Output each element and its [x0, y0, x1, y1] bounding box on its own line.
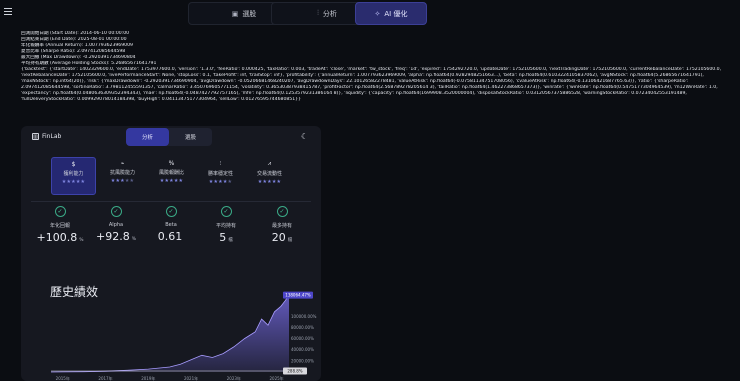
- benchmark-value-label: 288.8%: [287, 369, 302, 374]
- tab-label: 選股: [242, 9, 257, 18]
- category-risk-resistance[interactable]: ⌁ 抗風險能力 ★★★★★: [100, 157, 145, 195]
- metric-label: Alpha: [108, 222, 124, 228]
- score-categories: $ 獲利能力 ★★★★★ ⌁ 抗風險能力 ★★★★★ % 風險報酬比 ★★★★★…: [51, 157, 311, 197]
- category-label: 交易流動性: [256, 171, 282, 177]
- metric-value: 20 檔: [271, 231, 293, 244]
- x-tick-label: 2025年: [270, 375, 284, 381]
- check-circle-icon: ✓: [110, 206, 122, 217]
- x-tick-label: 2023年: [227, 375, 241, 381]
- y-tick-label: 60000.00%: [291, 336, 314, 341]
- star-rating: ★★★★★: [61, 179, 86, 185]
- finlab-report-card: ▥ FinLab 分析 選股 ☾ $ 獲利能力 ★★★★★ ⌁ 抗風險能力 ★★…: [21, 126, 321, 381]
- tab-label: AI 優化: [384, 9, 408, 18]
- category-label: 獲利能力: [63, 171, 84, 177]
- tab-ai-optimize[interactable]: ✧ AI 優化: [355, 2, 427, 25]
- category-label: 抗風險能力: [109, 170, 135, 176]
- metric-value: 5檔: [219, 231, 233, 244]
- stock-selection-icon: ▣: [231, 9, 239, 18]
- category-risk-reward[interactable]: % 風險報酬比 ★★★★★: [149, 157, 194, 195]
- percent-icon: %: [168, 160, 175, 167]
- x-tick-label: 2021年: [184, 375, 198, 381]
- metric-value: +92.8%: [96, 230, 136, 243]
- tab-label: 分析: [322, 9, 337, 18]
- y-tick-label: 100000.00%: [291, 314, 317, 319]
- check-circle-icon: ✓: [220, 206, 232, 217]
- finlab-logo: ▥ FinLab: [32, 133, 61, 140]
- finlab-logo-icon: ▥: [32, 133, 39, 140]
- segment-stock-selection[interactable]: 選股: [169, 128, 212, 146]
- y-tick-label: 80000.00%: [291, 325, 314, 330]
- pulse-icon: ⌁: [120, 160, 125, 167]
- check-circle-icon: ✓: [165, 206, 177, 217]
- category-label: 風險報酬比: [158, 170, 184, 176]
- category-label: 勝率穩定性: [207, 171, 233, 177]
- backtest-log-output: 回測開始日期 (Start Date): 2014-06-10 00:00:00…: [21, 31, 737, 103]
- metric-annual-return: ✓ 年化回報 +100.8%: [30, 206, 90, 244]
- star-rating: ★★★★★: [208, 179, 233, 185]
- metric-avg-holding: ✓ 平均持有 5檔: [196, 206, 256, 244]
- bar-chart-icon: ⫶: [317, 9, 319, 17]
- star-rating: ★★★★★: [110, 178, 135, 184]
- check-circle-icon: ✓: [54, 206, 66, 217]
- star-rating: ★★★★★: [257, 179, 282, 185]
- metric-label: Beta: [165, 222, 177, 228]
- top-nav: ▣ 選股 ⫶ 分析 ✧ AI 優化: [0, 0, 740, 28]
- category-win-rate-stability[interactable]: ⫶ 勝率穩定性 ★★★★★: [198, 157, 243, 195]
- metric-beta: ✓ Beta 0.61: [141, 206, 201, 243]
- dark-mode-toggle-icon[interactable]: ☾: [301, 132, 308, 141]
- last-value-label: 138064.47%: [285, 293, 311, 298]
- history-chart: 100000.00% 80000.00% 60000.00% 40000.00% 200…: [21, 286, 321, 381]
- check-circle-icon: ✓: [276, 206, 288, 217]
- metric-label: 平均持有: [215, 223, 236, 229]
- view-segment-control: 分析 選股: [126, 128, 212, 146]
- dollar-icon: $: [71, 161, 76, 168]
- equity-curve-chart: 100000.00% 80000.00% 60000.00% 40000.00% 200…: [50, 291, 317, 381]
- bar-chart-icon: ⫶: [219, 160, 222, 167]
- line-chart-icon: ⩘: [267, 160, 272, 167]
- metric-value: 0.61: [157, 230, 183, 243]
- x-tick-label: 2019年: [141, 375, 155, 381]
- star-rating: ★★★★★: [159, 178, 184, 184]
- logo-text: FinLab: [42, 133, 62, 140]
- log-line: 'fullDeliveryStockRatio': 0.009929078014…: [21, 97, 301, 102]
- metric-alpha: ✓ Alpha +92.8%: [86, 206, 146, 243]
- category-liquidity[interactable]: ⩘ 交易流動性 ★★★★★: [247, 157, 292, 195]
- y-tick-label: 40000.00%: [291, 347, 314, 352]
- sparkle-icon: ✧: [374, 9, 381, 18]
- hamburger-menu-icon[interactable]: [4, 8, 12, 16]
- x-tick-label: 2017年: [98, 375, 112, 381]
- metric-label: 最多持有: [271, 223, 292, 229]
- divider: [31, 201, 311, 202]
- segment-analysis[interactable]: 分析: [126, 128, 169, 146]
- metric-max-holding: ✓ 最多持有 20 檔: [252, 206, 312, 244]
- category-profitability[interactable]: $ 獲利能力 ★★★★★: [51, 157, 96, 195]
- y-tick-label: 20000.00%: [291, 358, 314, 363]
- metric-label: 年化回報: [49, 223, 70, 229]
- metric-value: +100.8%: [36, 231, 84, 244]
- x-tick-label: 2015年: [56, 375, 70, 381]
